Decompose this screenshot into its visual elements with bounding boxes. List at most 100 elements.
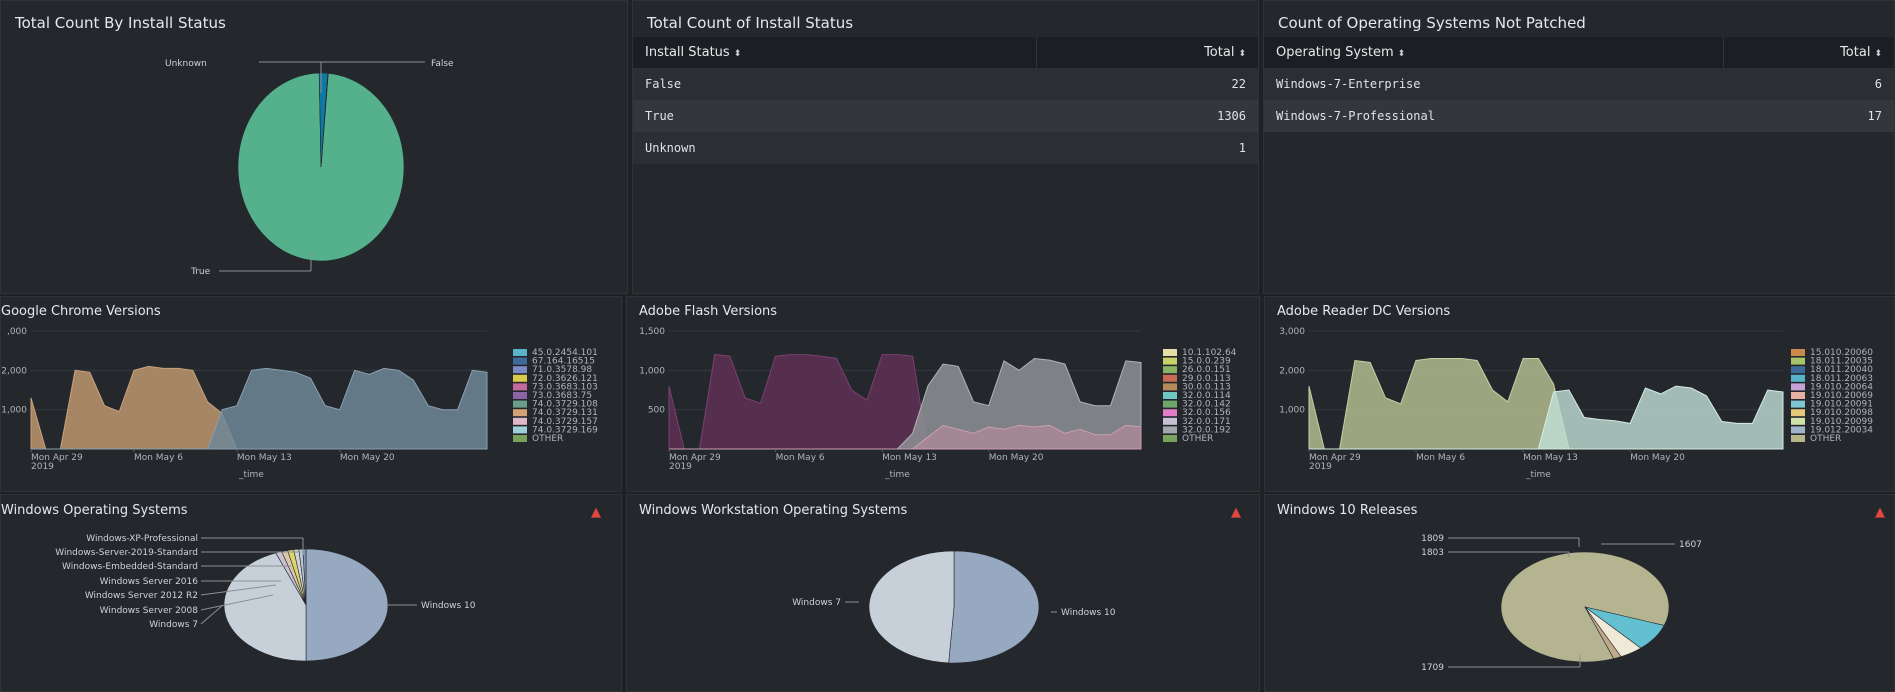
legend-swatch[interactable] — [1163, 374, 1177, 382]
y-tick-label: 1,500 — [639, 327, 665, 337]
legend-swatch[interactable] — [1791, 383, 1805, 391]
column-header-operating-system[interactable]: Operating System ⬍ — [1264, 37, 1724, 68]
y-tick-label: 2,000 — [1, 366, 27, 376]
pie-label: Windows 7 — [149, 620, 198, 630]
pie-windows-workstation: Windows 7 Windows 10 — [792, 550, 1116, 664]
pie-label: Windows-Embedded-Standard — [62, 562, 198, 572]
legend-swatch[interactable] — [1791, 426, 1805, 434]
legend-swatch[interactable] — [1791, 366, 1805, 374]
legend-label[interactable]: OTHER — [1182, 434, 1213, 444]
x-tick-label: Mon May 13 — [237, 453, 292, 463]
legend-swatch[interactable] — [1163, 383, 1177, 391]
x-tick-label: Mon May 6 — [776, 453, 825, 463]
y-tick-label: ,000 — [7, 327, 27, 337]
legend-swatch[interactable] — [513, 357, 527, 365]
pie-label: Windows Server 2008 — [100, 606, 199, 616]
pie-label: Windows 10 — [1061, 608, 1116, 618]
pie-label: Windows-Server-2019-Standard — [55, 548, 198, 558]
area-chart-flash: 1,5001,000500Mon Apr 29 Mon May 6 Mon May … — [639, 327, 1236, 480]
x-tick-label: Mon May 6 — [1416, 453, 1465, 463]
legend-swatch[interactable] — [513, 349, 527, 356]
x-tick-label: Mon May 20 — [340, 453, 395, 463]
legend-swatch[interactable] — [1791, 435, 1805, 442]
x-tick-year: 2019 — [1309, 462, 1332, 472]
legend-swatch[interactable] — [513, 426, 527, 434]
legend-swatch[interactable] — [1791, 409, 1805, 417]
legend-label[interactable]: OTHER — [1810, 434, 1841, 444]
pie-slice-windows-7[interactable] — [868, 550, 955, 664]
pie-label: 1607 — [1679, 540, 1702, 550]
legend-swatch[interactable] — [1163, 392, 1177, 399]
panel-chrome-versions: Google Chrome Versions ,000 2,000 1,000 Mon… — [0, 296, 622, 492]
y-tick-label: 1,000 — [1279, 406, 1305, 416]
panel-title: Count of Operating Systems Not Patched — [1278, 14, 1586, 32]
legend-swatch[interactable] — [513, 374, 527, 382]
legend-swatch[interactable] — [1163, 400, 1177, 408]
legend-swatch[interactable] — [1163, 357, 1177, 365]
legend-swatch[interactable] — [513, 417, 527, 425]
pie-label: Windows Server 2012 R2 — [85, 591, 198, 601]
column-header-total[interactable]: Total ⬍ — [1036, 37, 1258, 68]
panel-reader-versions: Adobe Reader DC Versions 3,000 2,000 1,000… — [1264, 296, 1895, 492]
legend-swatch[interactable] — [513, 383, 527, 391]
y-tick-label: 3,000 — [1279, 327, 1305, 337]
pie-slice-windows-10[interactable] — [305, 548, 389, 662]
table-row[interactable]: Unknown 1 — [633, 132, 1258, 164]
legend-swatch[interactable] — [513, 409, 527, 417]
x-tick-label: Mon May 13 — [1523, 453, 1578, 463]
column-header-install-status[interactable]: Install Status ⬍ — [633, 37, 1037, 68]
x-tick-label: Mon May 13 — [882, 453, 937, 463]
panel-title: Total Count of Install Status — [647, 14, 854, 32]
sort-icon: ⬍ — [733, 49, 742, 59]
os-not-patched-table: Operating System ⬍ Total ⬍ Windows-7-Enter… — [1264, 37, 1894, 132]
area-chart-chrome: ,0002,0001,000Mon Apr 29 Mon May 6 Mon May… — [1, 327, 598, 480]
y-tick-label: 500 — [648, 406, 665, 416]
legend-swatch[interactable] — [1163, 426, 1177, 434]
pie-label: Windows-XP-Professional — [86, 534, 198, 544]
x-axis-label: _time — [238, 470, 264, 480]
legend-swatch[interactable] — [1163, 417, 1177, 425]
legend-swatch[interactable] — [1163, 349, 1177, 356]
legend-swatch[interactable] — [1791, 400, 1805, 408]
table-row[interactable]: True 1306 — [633, 100, 1258, 132]
y-tick-label: 1,000 — [1, 406, 27, 416]
panel-windows-workstation-os: Windows Workstation Operating Systems ▲ … — [626, 494, 1260, 692]
legend-swatch[interactable] — [1791, 392, 1805, 399]
pie-slice-windows-10[interactable] — [948, 550, 1040, 664]
x-axis-label: _time — [884, 470, 910, 480]
legend-swatch[interactable] — [1791, 417, 1805, 425]
legend-swatch[interactable] — [513, 392, 527, 399]
legend-swatch[interactable] — [1791, 349, 1805, 356]
panel-os-not-patched: Count of Operating Systems Not Patched O… — [1263, 0, 1895, 294]
legend-swatch[interactable] — [1163, 409, 1177, 417]
x-tick-label: Mon May 20 — [1630, 453, 1685, 463]
legend-swatch[interactable] — [513, 435, 527, 442]
column-header-total[interactable]: Total ⬍ — [1723, 37, 1894, 68]
legend-swatch[interactable] — [1163, 366, 1177, 374]
panel-flash-versions: Adobe Flash Versions 1,500 1,000 500 Mon Ap… — [626, 296, 1260, 492]
pie-label: Windows 10 — [421, 601, 476, 611]
legend-swatch[interactable] — [513, 366, 527, 374]
x-tick-label: Mon May 6 — [134, 453, 183, 463]
legend-swatch[interactable] — [1791, 374, 1805, 382]
legend-swatch[interactable] — [1791, 357, 1805, 365]
pie-label: Windows Server 2016 — [100, 577, 199, 587]
x-tick-label: Mon May 20 — [989, 453, 1044, 463]
panel-install-status-pie: Total Count By Install Status Unknown Fa… — [0, 0, 628, 294]
table-row[interactable]: False 22 — [633, 68, 1258, 100]
x-tick-year: 2019 — [31, 462, 54, 472]
legend-swatch[interactable] — [1163, 435, 1177, 442]
area-chart-reader: 3,0002,0001,000Mon Apr 29 Mon May 6 Mon Ma… — [1279, 327, 1873, 480]
table-row[interactable]: Windows-7-Enterprise 6 — [1264, 68, 1894, 100]
panel-windows-10-releases: Windows 10 Releases ▲ 1809 1803 1607 170… — [1264, 494, 1895, 692]
legend-swatch[interactable] — [513, 400, 527, 408]
table-row[interactable]: Windows-7-Professional 17 — [1264, 100, 1894, 132]
sort-icon: ⬍ — [1238, 49, 1246, 59]
pie-install-status: Unknown False True — [165, 59, 454, 277]
pie-windows-os: Windows-XP-Professional Windows-Server-2… — [55, 534, 476, 662]
x-tick-year: 2019 — [669, 462, 692, 472]
legend-label[interactable]: OTHER — [532, 434, 563, 444]
pie-label-false: False — [431, 59, 454, 69]
sort-icon: ⬍ — [1874, 49, 1882, 59]
panel-windows-os: Windows Operating Systems ▲ Windows-XP-P… — [0, 494, 622, 692]
